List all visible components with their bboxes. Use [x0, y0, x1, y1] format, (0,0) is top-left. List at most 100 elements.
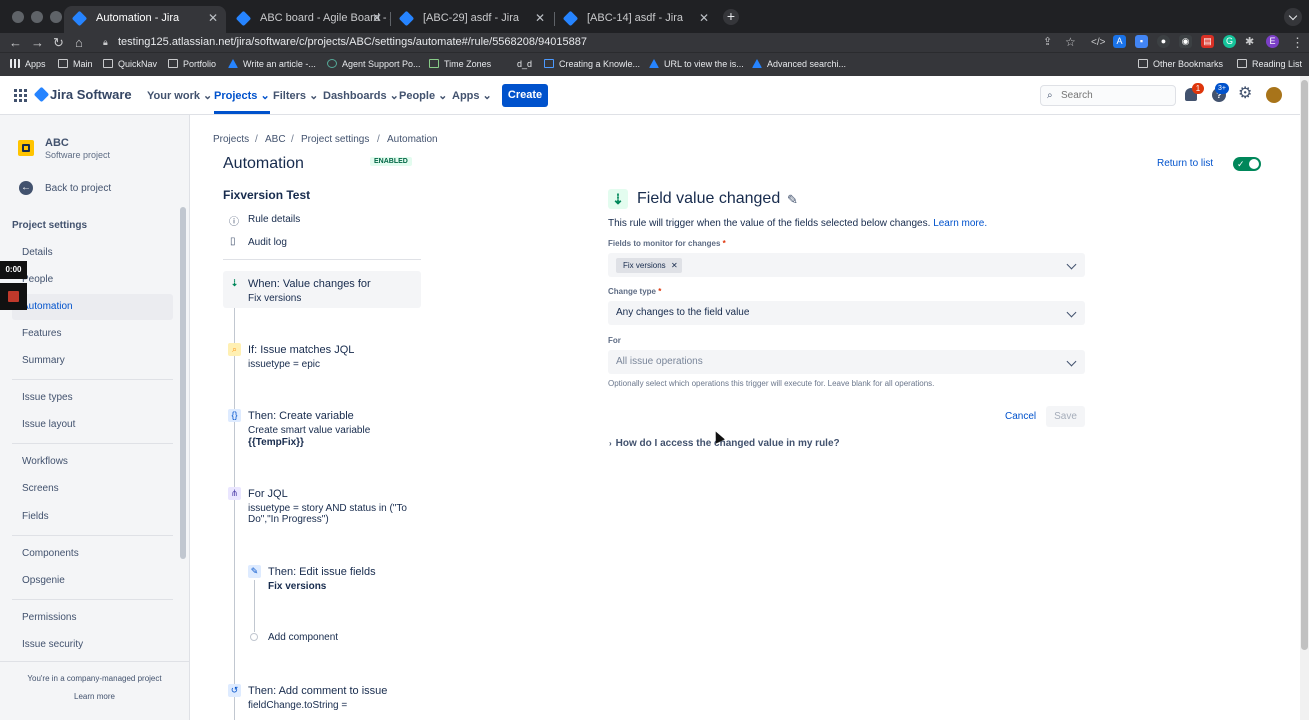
bookmark-apps[interactable]: Apps: [10, 58, 46, 70]
browser-tab-automation[interactable]: Automation - Jira ✕: [64, 6, 226, 33]
return-to-list-link[interactable]: Return to list: [1157, 158, 1213, 169]
profile-avatar-icon[interactable]: E: [1266, 35, 1279, 48]
chain-edit-issue-fields[interactable]: Then: Edit issue fields Fix versions: [268, 566, 376, 592]
puzzle-extensions-icon[interactable]: ✱: [1245, 33, 1254, 52]
chain-trigger[interactable]: When: Value changes for Fix versions: [248, 278, 371, 304]
nav-dashboards[interactable]: Dashboards ⌄: [323, 89, 399, 102]
window-close-dot[interactable]: [12, 11, 24, 23]
tab-search-icon[interactable]: [1284, 8, 1302, 26]
extension-icon[interactable]: ●: [1157, 35, 1170, 48]
browser-tab-abc14[interactable]: [ABC-14] asdf - Jira ✕: [555, 6, 717, 33]
breadcrumb-abc[interactable]: ABC: [265, 134, 286, 145]
chain-add-comment[interactable]: Then: Add comment to issue fieldChange.t…: [248, 685, 387, 711]
new-tab-icon[interactable]: +: [723, 9, 739, 25]
bookmark-other[interactable]: Other Bookmarks: [1138, 58, 1223, 70]
chain-create-variable[interactable]: Then: Create variable Create smart value…: [248, 410, 370, 448]
cancel-button[interactable]: Cancel: [1005, 411, 1036, 422]
bookmark-main[interactable]: Main: [58, 58, 93, 70]
window-zoom-dot[interactable]: [50, 11, 62, 23]
window-minimize-dot[interactable]: [31, 11, 43, 23]
breadcrumb-projects[interactable]: Projects: [213, 134, 249, 145]
page-scrollbar[interactable]: [1300, 76, 1309, 720]
bookmark-quicknav[interactable]: QuickNav: [103, 58, 157, 70]
sidebar-item-automation[interactable]: Automation: [22, 301, 73, 312]
recording-stop-button[interactable]: [0, 283, 27, 310]
tab-close-icon[interactable]: ✕: [699, 6, 709, 31]
back-to-project-link[interactable]: Back to project: [45, 183, 111, 194]
search-box[interactable]: ⌕: [1040, 85, 1176, 106]
app-switcher-icon[interactable]: [14, 89, 27, 102]
browser-tab-abc29[interactable]: [ABC-29] asdf - Jira ✕: [391, 6, 553, 33]
audit-log-link[interactable]: Audit log: [248, 237, 287, 248]
create-button[interactable]: Create: [502, 84, 548, 107]
sidebar-item-permissions[interactable]: Permissions: [22, 612, 76, 623]
home-icon[interactable]: ⌂: [75, 33, 83, 52]
jira-logo-text[interactable]: Jira Software: [50, 87, 132, 102]
calendar-extension-icon[interactable]: ▤: [1201, 35, 1214, 48]
nav-your-work[interactable]: Your work ⌄: [147, 89, 212, 102]
share-icon[interactable]: ⇪: [1043, 33, 1052, 52]
breadcrumb-automation[interactable]: Automation: [387, 134, 438, 145]
nav-people[interactable]: People ⌄: [399, 89, 447, 102]
bookmark-time-zones[interactable]: Time Zones: [429, 58, 491, 70]
sidebar-item-issue-layout[interactable]: Issue layout: [22, 419, 75, 430]
nav-apps[interactable]: Apps ⌄: [452, 89, 492, 102]
nav-filters[interactable]: Filters ⌄: [273, 89, 318, 102]
learn-more-link[interactable]: Learn more.: [933, 218, 987, 229]
page-scrollbar-thumb[interactable]: [1301, 80, 1308, 650]
tab-close-icon[interactable]: ✕: [535, 6, 545, 31]
rule-details-link[interactable]: Rule details: [248, 214, 300, 225]
for-operations-select[interactable]: All issue operations: [608, 350, 1085, 374]
code-icon[interactable]: </>: [1091, 33, 1105, 52]
chain-condition[interactable]: If: Issue matches JQL issuetype = epic: [248, 344, 354, 370]
sidebar-item-features[interactable]: Features: [22, 328, 61, 339]
sidebar-item-details[interactable]: Details: [22, 247, 53, 258]
browser-menu-icon[interactable]: ⋮: [1291, 33, 1304, 52]
edit-title-pencil-icon[interactable]: ✎: [787, 192, 798, 208]
nav-projects[interactable]: Projects ⌄: [214, 89, 270, 114]
reload-icon[interactable]: ↻: [53, 33, 64, 52]
sidebar-item-issue-types[interactable]: Issue types: [22, 392, 73, 403]
sidebar-item-components[interactable]: Components: [22, 548, 79, 559]
learn-more-link[interactable]: Learn more: [0, 692, 189, 701]
translate-extension-icon[interactable]: A: [1113, 35, 1126, 48]
bookmark-agent-support[interactable]: Agent Support Po...: [327, 58, 421, 70]
bookmark-write-article[interactable]: Write an article -...: [228, 58, 316, 70]
change-type-select[interactable]: Any changes to the field value: [608, 301, 1085, 325]
jira-logo-icon[interactable]: [33, 86, 50, 103]
sidebar-scrollbar-thumb[interactable]: [180, 207, 186, 559]
sidebar-item-opsgenie[interactable]: Opsgenie: [22, 575, 65, 586]
breadcrumb-project-settings[interactable]: Project settings: [301, 134, 369, 145]
bookmark-advanced-search[interactable]: Advanced searchi...: [752, 58, 846, 70]
sidebar-item-workflows[interactable]: Workflows: [22, 456, 68, 467]
bookmark-reading-list[interactable]: Reading List: [1237, 58, 1302, 70]
remove-tag-icon[interactable]: ✕: [671, 258, 678, 273]
fields-to-monitor-select[interactable]: Fix versions ✕: [608, 253, 1085, 277]
back-arrow-icon[interactable]: ←: [9, 33, 22, 52]
rule-enabled-toggle[interactable]: ✓: [1233, 157, 1261, 171]
add-component-link[interactable]: Add component: [268, 632, 338, 643]
sidebar-item-issue-security[interactable]: Issue security: [22, 639, 83, 650]
browser-tab-board[interactable]: ABC board - Agile Board - Jira ✕: [228, 6, 390, 33]
bookmark-portfolio[interactable]: Portfolio: [168, 58, 216, 70]
chat-extension-icon[interactable]: ◉: [1179, 35, 1192, 48]
bookmark-star-icon[interactable]: ☆: [1065, 33, 1076, 52]
url-field[interactable]: testing125.atlassian.net/jira/software/c…: [118, 35, 587, 50]
sidebar-item-summary[interactable]: Summary: [22, 355, 65, 366]
back-arrow-icon[interactable]: ←: [19, 181, 33, 195]
save-button[interactable]: Save: [1046, 406, 1085, 427]
bookmark-dd[interactable]: d_d: [517, 58, 532, 70]
sidebar-item-fields[interactable]: Fields: [22, 511, 49, 522]
sidebar-item-screens[interactable]: Screens: [22, 483, 59, 494]
chain-for-jql[interactable]: For JQL issuetype = story AND status in …: [248, 488, 423, 525]
bookmark-url-view[interactable]: URL to view the is...: [649, 58, 744, 70]
user-avatar[interactable]: [1266, 87, 1282, 103]
forward-arrow-icon[interactable]: →: [31, 33, 44, 52]
tab-close-icon[interactable]: ✕: [372, 6, 382, 31]
lock-icon[interactable]: 🔒︎: [103, 33, 108, 52]
search-input[interactable]: [1061, 88, 1171, 103]
grammarly-extension-icon[interactable]: G: [1223, 35, 1236, 48]
settings-gear-icon[interactable]: ⚙: [1238, 85, 1252, 103]
bookmark-creating-knowledge[interactable]: Creating a Knowle...: [544, 58, 640, 70]
help-expander[interactable]: › How do I access the changed value in my…: [609, 438, 840, 449]
